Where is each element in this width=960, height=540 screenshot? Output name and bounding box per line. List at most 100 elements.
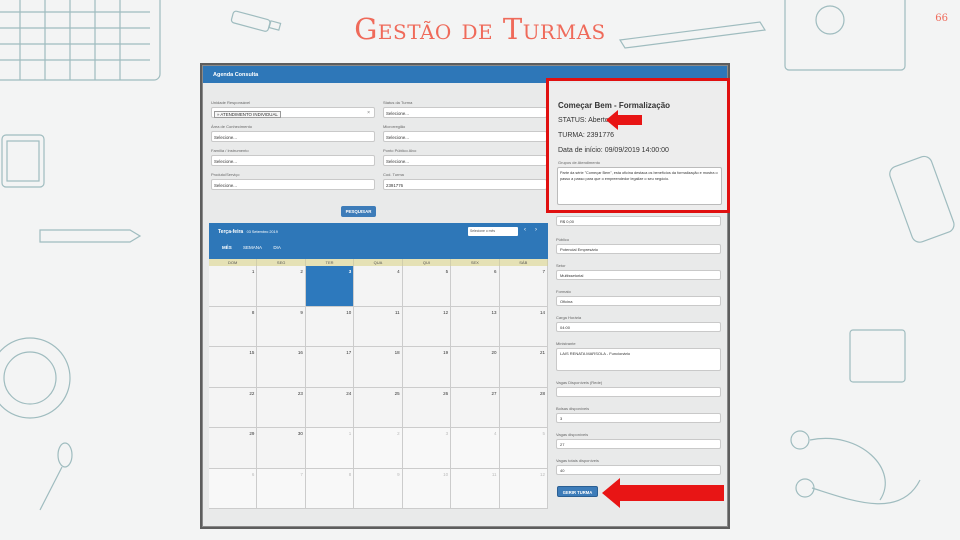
calendar-day-cell[interactable]: 6 bbox=[451, 266, 500, 307]
formato-input[interactable]: Oficina bbox=[556, 296, 721, 306]
calendar-day-cell[interactable]: 2 bbox=[354, 428, 403, 469]
calendar-week-row: 1234567 bbox=[209, 266, 548, 307]
field-familia: Família / Instrumento Selecione... bbox=[211, 148, 375, 166]
calendar-day-cell[interactable]: 3 bbox=[402, 428, 452, 469]
calendar-day-cell[interactable]: 12 bbox=[499, 468, 548, 509]
calendar-day-cell[interactable]: 29 bbox=[209, 428, 258, 469]
field-label: Carga Horária bbox=[556, 315, 582, 320]
calendar-day-cell[interactable]: 7 bbox=[257, 468, 306, 509]
calendar-day-cell[interactable]: 22 bbox=[209, 387, 258, 428]
calendar-day-cell[interactable]: 4 bbox=[451, 428, 500, 469]
calendar-day-cell[interactable]: 5 bbox=[499, 428, 548, 469]
calendar-day-cell[interactable]: 19 bbox=[402, 347, 452, 388]
area-select[interactable]: Selecione... bbox=[211, 131, 375, 142]
cod-turma-input[interactable]: 2391776 bbox=[383, 179, 547, 190]
setor-input[interactable]: Multissetorial bbox=[556, 270, 721, 280]
vagas-disp-input[interactable]: 27 bbox=[556, 439, 721, 449]
calendar-day-cell[interactable]: 11 bbox=[451, 468, 500, 509]
calendar-day-cell[interactable]: 18 bbox=[354, 347, 403, 388]
carga-input[interactable]: 04:00 bbox=[556, 322, 721, 332]
calendar-day-cell[interactable]: 6 bbox=[209, 468, 258, 509]
calendar-day-cell[interactable]: 1 bbox=[209, 266, 258, 307]
coffee-cup-doodle bbox=[0, 337, 71, 419]
field-cod-turma: Cod. Turma 2391776 bbox=[383, 172, 547, 190]
calendar-day-cell[interactable]: 24 bbox=[305, 387, 355, 428]
microrregiao-select[interactable]: Selecione... bbox=[383, 131, 547, 142]
bolsas-input[interactable]: 3 bbox=[556, 413, 721, 423]
weekday-label: SEX bbox=[451, 259, 500, 266]
page-number: 66 bbox=[935, 13, 948, 24]
calendar-day-cell[interactable]: 14 bbox=[499, 306, 548, 347]
tab-mes[interactable]: MÊS bbox=[222, 245, 232, 250]
tab-semana[interactable]: SEMANA bbox=[243, 245, 262, 250]
calendar-day-cell[interactable]: 13 bbox=[451, 306, 500, 347]
calendar-day-cell[interactable]: 10 bbox=[402, 468, 452, 509]
calendar-day-cell[interactable]: 10 bbox=[305, 306, 355, 347]
pesquisar-button[interactable]: PESQUISAR bbox=[341, 206, 376, 217]
familia-select[interactable]: Selecione... bbox=[211, 155, 375, 166]
phone-doodle bbox=[889, 155, 955, 243]
valor-input[interactable]: R$ 0,00 bbox=[556, 216, 721, 226]
calendar-day-cell[interactable]: 26 bbox=[402, 387, 452, 428]
field-label: Ponto Público Alvo bbox=[383, 148, 417, 153]
sticky-note-doodle bbox=[849, 329, 906, 383]
unidade-select[interactable]: » ATENDIMENTO INDIVIDUAL × bbox=[211, 107, 375, 118]
weekday-label: QUA bbox=[354, 259, 403, 266]
pencil-left-doodle bbox=[39, 229, 142, 243]
publico-input[interactable]: Potencial Empresário bbox=[556, 244, 721, 254]
spoon-doodle bbox=[39, 442, 73, 511]
gerir-turma-button[interactable]: GERIR TURMA bbox=[557, 486, 598, 497]
calendar-day-cell[interactable]: 28 bbox=[499, 387, 548, 428]
field-area: Área de Conhecimento Selecione... bbox=[211, 124, 375, 142]
calendar-day-cell[interactable]: 3 bbox=[305, 266, 355, 307]
calendar-day-cell[interactable]: 25 bbox=[354, 387, 403, 428]
calendar-day-cell[interactable]: 2 bbox=[257, 266, 306, 307]
calendar-day-cell[interactable]: 11 bbox=[354, 306, 403, 347]
calendar-day-cell[interactable]: 30 bbox=[257, 428, 306, 469]
calendar-day-cell[interactable]: 5 bbox=[402, 266, 452, 307]
calendar-day-cell[interactable]: 9 bbox=[354, 468, 403, 509]
calendar-day-cell[interactable]: 27 bbox=[451, 387, 500, 428]
field-label: Bolsas disponíveis bbox=[556, 406, 590, 411]
tab-dia[interactable]: DIA bbox=[273, 245, 281, 250]
calendar-day-cell[interactable]: 21 bbox=[499, 347, 548, 388]
status-turma-select[interactable]: Selecione... bbox=[383, 107, 547, 118]
calendar-day-cell[interactable]: 8 bbox=[209, 306, 258, 347]
field-vagas-rede: Vagas Disponíveis (Rede) bbox=[556, 380, 721, 397]
calendar-week-row: 29 30 1 2 3 4 5 bbox=[209, 428, 548, 469]
clear-icon[interactable]: × bbox=[367, 110, 370, 116]
next-month-icon[interactable]: › bbox=[531, 227, 541, 233]
calendar-day-cell[interactable]: 8 bbox=[305, 468, 355, 509]
calendar-day-cell[interactable]: 12 bbox=[402, 306, 452, 347]
month-select[interactable]: Selecione o mês bbox=[468, 227, 518, 236]
field-label: Setor bbox=[556, 263, 566, 268]
calendar-day-cell[interactable]: 16 bbox=[257, 347, 306, 388]
calendar-day-cell[interactable]: 17 bbox=[305, 347, 355, 388]
turma-code: TURMA: 2391776 bbox=[558, 132, 615, 139]
field-label: Vagas Disponíveis (Rede) bbox=[556, 380, 603, 385]
ponto-select[interactable]: Selecione... bbox=[383, 155, 547, 166]
weekday-label: TER bbox=[306, 259, 355, 266]
calendar-day-cell[interactable]: 4 bbox=[354, 266, 403, 307]
calendar-week-row: 15 16 17 18 19 20 21 bbox=[209, 347, 548, 388]
calendar-day-cell[interactable]: 15 bbox=[209, 347, 258, 388]
calendar-day-cell[interactable]: 1 bbox=[305, 428, 355, 469]
calendar-day-cell[interactable]: 9 bbox=[257, 306, 306, 347]
calendar-day-cell[interactable]: 20 bbox=[451, 347, 500, 388]
descricao-textarea[interactable]: Parte da série "Começar Bem", esta ofici… bbox=[557, 167, 722, 205]
headphones-doodle bbox=[790, 430, 921, 505]
field-label: Cod. Turma bbox=[383, 172, 404, 177]
ministrante-input[interactable]: LAIS RENATA MARSOLA - Funcionário bbox=[556, 348, 721, 371]
produto-select[interactable]: Selecione... bbox=[211, 179, 375, 190]
calendar-day-cell[interactable]: 23 bbox=[257, 387, 306, 428]
field-carga: Carga Horária 04:00 bbox=[556, 315, 721, 332]
tablet-doodle bbox=[1, 134, 45, 188]
calendar-grid: DOM SEG TER QUA QUI SEX SÁB 1 2 3 4 5 6 7 8 9 10 1… bbox=[209, 259, 548, 509]
turma-start-date: Data de início: 09/09/2019 14:00:00 bbox=[558, 147, 669, 154]
vagas-totais-input[interactable]: 40 bbox=[556, 465, 721, 475]
calendar-day-cell[interactable]: 7 bbox=[499, 266, 548, 307]
field-bolsas: Bolsas disponíveis 3 bbox=[556, 406, 721, 423]
arrow-left-icon bbox=[606, 110, 642, 130]
vagas-rede-input[interactable] bbox=[556, 387, 721, 397]
prev-month-icon[interactable]: ‹ bbox=[520, 227, 530, 233]
